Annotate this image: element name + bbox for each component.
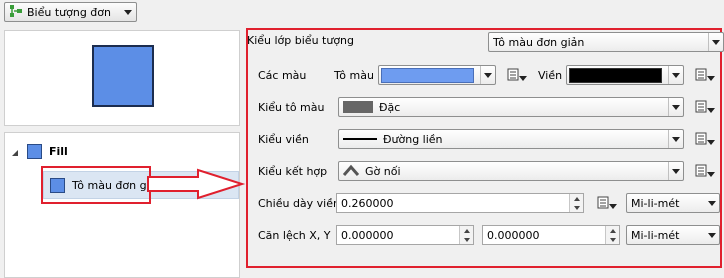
spin-up-icon[interactable]: [606, 226, 619, 235]
data-defined-override-icon[interactable]: [504, 65, 530, 85]
data-defined-override-icon[interactable]: [692, 161, 718, 181]
stroke-style-select[interactable]: Đường liền: [338, 129, 684, 149]
symbol-layer-type-select[interactable]: Tô màu đơn giản: [488, 32, 724, 52]
stroke-width-label: Chiều dày viền: [258, 197, 340, 210]
tree-root-label[interactable]: Fill: [49, 145, 68, 158]
offset-unit-value: Mi-li-mét: [631, 228, 680, 242]
spin-down-icon[interactable]: [460, 235, 473, 244]
fill-color-button[interactable]: [378, 65, 496, 85]
stroke-width-value: 0.260000: [341, 196, 394, 210]
stroke-style-label: Kiểu viền: [258, 133, 309, 146]
fill-layer-swatch: [27, 144, 42, 159]
stroke-width-unit-value: Mi-li-mét: [631, 196, 680, 210]
stroke-color-button[interactable]: [566, 65, 684, 85]
join-style-select[interactable]: Gờ nối: [338, 161, 684, 181]
spin-down-icon[interactable]: [606, 235, 619, 244]
spin-down-icon[interactable]: [570, 203, 583, 212]
data-defined-override-icon[interactable]: [594, 193, 620, 213]
data-defined-override-icon[interactable]: [692, 65, 718, 85]
stroke-width-unit-select[interactable]: Mi-li-mét: [626, 193, 720, 213]
symbol-layer-type-label: Kiểu lớp biểu tượng: [247, 34, 355, 47]
fill-color-swatch: [381, 67, 474, 83]
spin-up-icon[interactable]: [460, 226, 473, 235]
chevron-down-icon: [708, 232, 716, 238]
annotation-arrow: [147, 168, 246, 200]
data-defined-override-icon[interactable]: [692, 97, 718, 117]
chevron-down-icon: [672, 136, 680, 142]
fill-style-select[interactable]: Đặc: [338, 97, 684, 117]
solid-fill-preview-icon: [343, 101, 373, 113]
chevron-down-icon: [124, 9, 132, 15]
highlight-box-tree: [41, 166, 151, 204]
symbol-layer-properties-panel: Kiểu lớp biểu tượng Tô màu đơn giản Các …: [246, 28, 724, 268]
chevron-down-icon: [672, 168, 680, 174]
offset-x-spinbox[interactable]: 0.000000: [336, 225, 474, 245]
symbol-layer-tree: Fill Tô màu đơn giản: [4, 132, 240, 278]
spin-up-icon[interactable]: [570, 194, 583, 203]
expand-arrow-icon[interactable]: [11, 147, 19, 160]
join-style-value: Gờ nối: [365, 164, 401, 178]
symbol-type-dropdown[interactable]: Biểu tượng đơn: [4, 2, 137, 22]
stroke-color-label: Viền: [538, 69, 563, 82]
offset-label: Căn lệch X, Y: [258, 229, 331, 242]
chevron-down-icon: [712, 39, 720, 45]
symbol-layer-type-value: Tô màu đơn giản: [493, 35, 585, 49]
stroke-style-value: Đường liền: [383, 132, 443, 146]
join-style-label: Kiểu kết hợp: [258, 165, 328, 178]
symbol-tree-icon: [9, 4, 23, 21]
data-defined-override-icon[interactable]: [692, 129, 718, 149]
symbol-type-label: Biểu tượng đơn: [27, 5, 111, 19]
offset-x-value: 0.000000: [341, 228, 394, 242]
fill-style-label: Kiểu tô màu: [258, 101, 325, 114]
chevron-down-icon: [484, 72, 492, 78]
symbol-preview: [4, 30, 240, 126]
chevron-down-icon: [672, 104, 680, 110]
fill-style-value: Đặc: [379, 100, 401, 114]
chevron-down-icon: [672, 72, 680, 78]
preview-square: [92, 45, 154, 107]
colors-label: Các màu: [258, 69, 307, 82]
bevel-join-icon: [342, 164, 360, 179]
chevron-down-icon: [708, 200, 716, 206]
fill-color-label: Tô màu: [334, 69, 374, 82]
offset-unit-select[interactable]: Mi-li-mét: [626, 225, 720, 245]
solid-line-preview-icon: [343, 138, 377, 140]
offset-y-spinbox[interactable]: 0.000000: [482, 225, 620, 245]
offset-y-value: 0.000000: [487, 228, 540, 242]
stroke-width-spinbox[interactable]: 0.260000: [336, 193, 584, 213]
stroke-color-swatch: [569, 67, 662, 83]
